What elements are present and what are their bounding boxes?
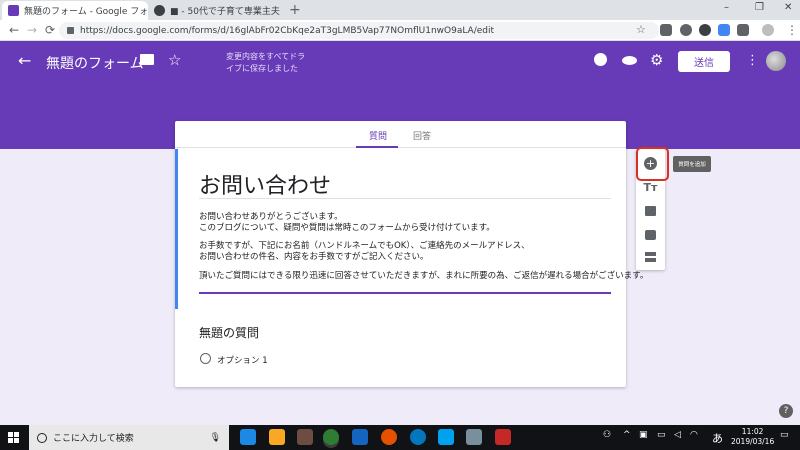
url-text: https://docs.google.com/forms/d/16glAbFr… <box>80 25 495 36</box>
taskbar-search-box[interactable]: ここに入力して検索 🎙 <box>29 425 229 450</box>
file-explorer-icon[interactable] <box>269 429 285 445</box>
taskbar-app-icon[interactable] <box>240 429 256 445</box>
avatar[interactable] <box>766 51 786 71</box>
minimize-button[interactable]: – <box>724 2 729 13</box>
star-icon[interactable]: ☆ <box>168 51 181 69</box>
ime-indicator[interactable]: あ <box>712 430 723 446</box>
forward-nav-button[interactable]: → <box>27 22 37 38</box>
windows-start-icon[interactable] <box>8 432 19 443</box>
tab-responses[interactable]: 回答 <box>413 129 431 142</box>
search-placeholder: ここに入力して検索 <box>53 434 134 444</box>
clock-time: 11:02 <box>741 427 764 436</box>
clock-date: 2019/03/16 <box>731 437 775 446</box>
window-close-button[interactable]: ✕ <box>784 2 792 13</box>
maximize-button[interactable]: ❐ <box>755 2 764 13</box>
help-icon[interactable]: ? <box>779 404 793 418</box>
send-button[interactable]: 送信 <box>678 51 730 72</box>
add-question-highlight <box>636 147 669 181</box>
radio-option[interactable] <box>200 353 211 364</box>
option-label[interactable]: オプション 1 <box>217 354 268 366</box>
tab-title: 無題のフォーム - Google フォーム <box>24 7 148 17</box>
extension-info-icon[interactable] <box>680 24 692 36</box>
add-section-icon[interactable] <box>645 252 656 262</box>
tab-title: ■ - 50代で子育て専業主夫になっ! <box>170 7 280 17</box>
extension-pocket-icon[interactable] <box>737 24 749 36</box>
title-divider <box>199 198 611 199</box>
back-nav-button[interactable]: ← <box>9 22 19 38</box>
address-bar[interactable]: https://docs.google.com/forms/d/16glAbFr… <box>59 22 659 39</box>
preview-eye-icon[interactable] <box>622 56 637 65</box>
browser-tab[interactable]: ■ - 50代で子育て専業主夫になっ! × <box>148 1 280 20</box>
section-selected-indicator <box>175 149 178 309</box>
browser-tab-active[interactable]: 無題のフォーム - Google フォーム × <box>2 1 148 20</box>
internet-explorer-icon[interactable] <box>410 429 426 445</box>
microphone-icon[interactable]: 🎙 <box>210 433 221 443</box>
tab-questions[interactable]: 質問 <box>369 129 387 142</box>
form-title[interactable]: お問い合わせ <box>199 168 331 200</box>
description-line[interactable]: お問い合わせありがとうございます。 <box>199 212 343 223</box>
settings-gear-icon[interactable]: ⚙ <box>650 51 663 69</box>
firefox-icon[interactable] <box>381 429 397 445</box>
description-line[interactable]: お手数ですが、下記にお名前（ハンドルネームでもOK）、ご連絡先のメールアドレス、 <box>199 241 530 252</box>
show-hidden-icons-icon[interactable]: ^ <box>623 430 631 440</box>
notification-center-icon[interactable]: ▭ <box>780 430 789 440</box>
active-tab-indicator <box>356 146 398 148</box>
lock-icon <box>67 27 74 34</box>
chrome-taskbar-icon[interactable] <box>323 429 339 445</box>
form-tabs <box>175 121 626 148</box>
forms-favicon-icon <box>8 5 19 16</box>
saved-status: 変更内容をすべてドライブに保存しました <box>226 52 306 73</box>
cortana-icon <box>37 432 47 443</box>
people-icon[interactable]: ⚇ <box>603 430 611 440</box>
edge-icon[interactable] <box>352 429 368 445</box>
taskbar-app-icon[interactable] <box>495 429 511 445</box>
question-title[interactable]: 無題の質問 <box>199 324 259 341</box>
description-focus-underline <box>199 292 611 294</box>
add-video-icon[interactable] <box>645 230 656 240</box>
new-tab-button[interactable]: + <box>289 2 301 18</box>
chrome-profile-icon[interactable] <box>762 24 774 36</box>
palette-icon[interactable] <box>594 53 607 66</box>
volume-icon[interactable]: ◁ <box>674 430 681 440</box>
extension-chat-icon[interactable] <box>718 24 730 36</box>
back-arrow-icon[interactable]: ← <box>18 51 31 70</box>
blog-favicon-icon <box>154 5 165 16</box>
clock[interactable]: 11:02 2019/03/16 <box>731 427 774 447</box>
description-line[interactable]: このブログについて、疑問や質問は常時このフォームから受け付けています。 <box>199 223 495 234</box>
network-icon[interactable]: ▭ <box>657 430 666 440</box>
description-line[interactable]: 頂いたご質問にはできる限り迅速に回答させていただきますが、まれに所要の為、ご返信… <box>199 271 648 282</box>
description-line[interactable]: お問い合わせの件名、内容をお手数ですがご記入ください。 <box>199 252 429 263</box>
taskbar-app-icon[interactable] <box>297 429 313 445</box>
bookmark-star-icon[interactable]: ☆ <box>636 22 646 38</box>
add-title-icon[interactable]: Tт <box>636 181 665 194</box>
tray-app-icon[interactable]: ▣ <box>639 430 648 440</box>
more-options-icon[interactable]: ⋮ <box>746 53 759 68</box>
add-image-icon[interactable] <box>645 206 656 216</box>
add-question-tooltip: 質問を追加 <box>673 156 711 172</box>
taskbar-app-icon[interactable] <box>466 429 482 445</box>
wifi-icon[interactable]: ◠ <box>690 430 698 440</box>
reload-button[interactable]: ⟳ <box>45 22 55 38</box>
extension-block-icon[interactable] <box>699 24 711 36</box>
folder-icon[interactable] <box>140 54 154 65</box>
form-doc-title[interactable]: 無題のフォーム <box>46 53 144 73</box>
skype-icon[interactable] <box>438 429 454 445</box>
extension-shield-icon[interactable] <box>660 24 672 36</box>
chrome-menu-icon[interactable]: ⋮ <box>786 22 798 38</box>
